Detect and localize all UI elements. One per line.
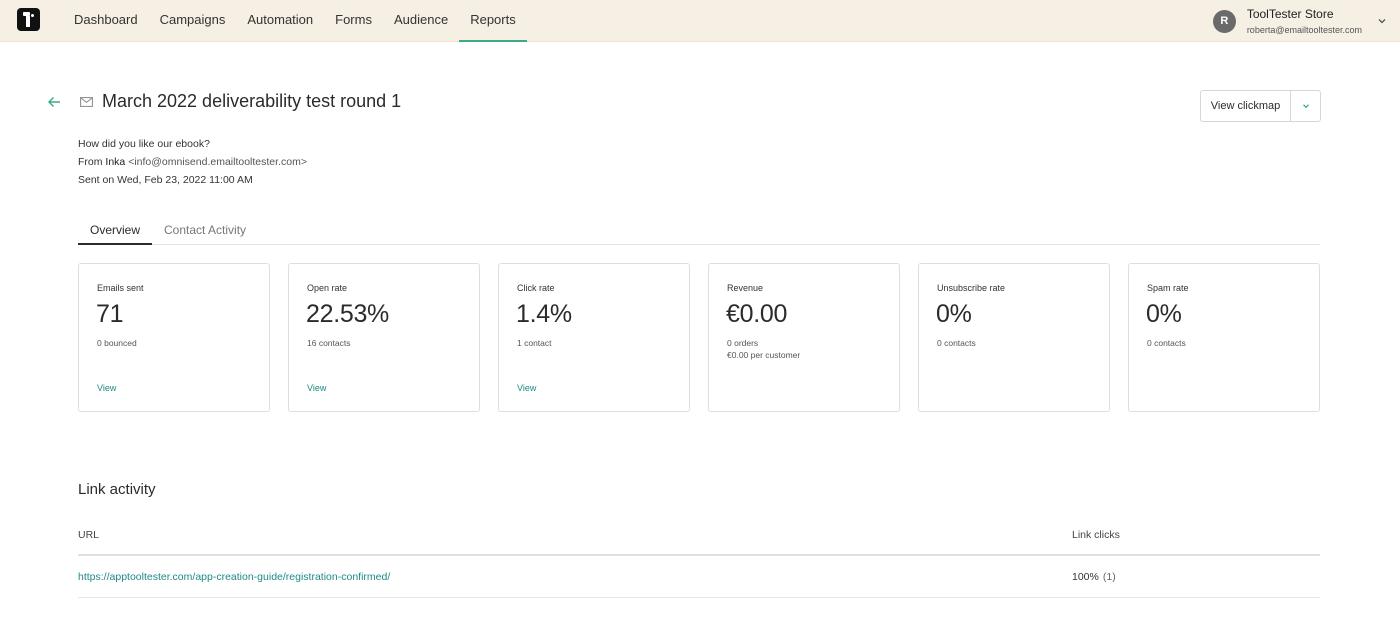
table-header: URL Link clicks (78, 520, 1320, 556)
stat-card-open-rate: Open rate 22.53% 16 contacts View (288, 263, 480, 412)
tab-overview[interactable]: Overview (78, 216, 153, 245)
view-link[interactable]: View (307, 383, 326, 393)
sender-line: From Inka <info@omnisend.emailtooltester… (78, 153, 307, 171)
stat-value: €0.00 (726, 300, 788, 328)
stat-value: 1.4% (516, 300, 572, 328)
sent-date: Sent on Wed, Feb 23, 2022 11:00 AM (78, 174, 253, 186)
top-navigation-bar: Dashboard Campaigns Automation Forms Aud… (0, 0, 1400, 42)
more-options-button[interactable] (1291, 91, 1320, 121)
link-url[interactable]: https://apptooltester.com/app-creation-g… (78, 571, 390, 583)
campaign-meta: How did you like our ebook? From Inka <i… (78, 135, 307, 189)
account-info: ToolTester Store roberta@emailtooltester… (1247, 7, 1362, 36)
link-clicks-count: (1) (1102, 571, 1116, 583)
stat-sub: 0 orders €0.00 per customer (727, 337, 800, 361)
omnisend-logo-icon[interactable] (17, 8, 40, 31)
table-row: https://apptooltester.com/app-creation-g… (78, 556, 1320, 598)
avatar[interactable]: R (1212, 9, 1236, 33)
account-menu[interactable]: R ToolTester Store roberta@emailtooltest… (1212, 0, 1388, 42)
stat-sub: 1 contact (517, 337, 552, 349)
nav-item-campaigns[interactable]: Campaigns (149, 0, 237, 42)
sender-name: Inka (105, 156, 126, 168)
stat-value: 71 (96, 300, 124, 328)
stat-sub-line: 0 contacts (1147, 338, 1186, 348)
link-clicks-percent: 100% (1072, 571, 1099, 583)
stat-sub-line: 0 orders (727, 338, 759, 348)
stat-value: 0% (936, 300, 972, 328)
stat-card-emails-sent: Emails sent 71 0 bounced View (78, 263, 270, 412)
nav-item-audience[interactable]: Audience (383, 0, 459, 42)
view-link[interactable]: View (517, 383, 536, 393)
column-header-url: URL (78, 529, 100, 541)
stat-value: 0% (1146, 300, 1182, 328)
stats-cards: Emails sent 71 0 bounced View Open rate … (78, 263, 1320, 412)
from-prefix: From (78, 156, 106, 168)
chevron-down-icon[interactable] (1376, 15, 1388, 27)
stat-sub: 0 contacts (937, 337, 976, 349)
stat-card-revenue: Revenue €0.00 0 orders €0.00 per custome… (708, 263, 900, 412)
view-link[interactable]: View (97, 383, 116, 393)
email-subject: How did you like our ebook? (78, 138, 210, 150)
stat-label: Click rate (517, 283, 555, 293)
stat-sub-line: 16 contacts (307, 338, 351, 348)
link-activity-title: Link activity (78, 481, 156, 498)
stat-sub-line: 1 contact (517, 338, 552, 348)
nav-item-forms[interactable]: Forms (324, 0, 383, 42)
stat-card-click-rate: Click rate 1.4% 1 contact View (498, 263, 690, 412)
link-activity-table: URL Link clicks https://apptooltester.co… (78, 520, 1320, 598)
stat-sub-line: 0 contacts (937, 338, 976, 348)
stat-sub: 0 contacts (1147, 337, 1186, 349)
page-title: March 2022 deliverability test round 1 (102, 91, 402, 111)
report-tabs: Overview Contact Activity (78, 216, 1320, 245)
column-header-link-clicks: Link clicks (1072, 529, 1120, 541)
clickmap-button-group: View clickmap (1200, 90, 1321, 122)
stat-label: Unsubscribe rate (937, 283, 1006, 293)
back-arrow-icon[interactable] (47, 96, 61, 108)
view-clickmap-button[interactable]: View clickmap (1201, 91, 1291, 121)
sender-email: <info@omnisend.emailtooltester.com> (125, 156, 307, 168)
stat-card-unsubscribe-rate: Unsubscribe rate 0% 0 contacts (918, 263, 1110, 412)
account-email: roberta@emailtooltester.com (1246, 24, 1362, 35)
stat-sub-line: €0.00 per customer (727, 350, 801, 360)
nav-item-reports[interactable]: Reports (459, 0, 527, 42)
stat-sub: 16 contacts (307, 337, 350, 349)
stat-label: Emails sent (97, 283, 144, 293)
tab-contact-activity[interactable]: Contact Activity (152, 216, 258, 245)
stat-card-spam-rate: Spam rate 0% 0 contacts (1128, 263, 1320, 412)
store-name: ToolTester Store (1246, 6, 1334, 21)
stat-label: Open rate (307, 283, 348, 293)
stat-label: Spam rate (1147, 283, 1189, 293)
stat-value: 22.53% (306, 300, 389, 328)
stat-sub-line: 0 bounced (97, 338, 137, 348)
link-clicks-cell: 100% (1) (1072, 571, 1116, 583)
nav-item-dashboard[interactable]: Dashboard (63, 0, 149, 42)
chevron-down-icon (1302, 104, 1309, 109)
stat-sub: 0 bounced (97, 337, 137, 349)
envelope-icon (80, 97, 93, 107)
main-nav: Dashboard Campaigns Automation Forms Aud… (63, 0, 527, 42)
nav-item-automation[interactable]: Automation (236, 0, 324, 42)
stat-label: Revenue (727, 283, 764, 293)
